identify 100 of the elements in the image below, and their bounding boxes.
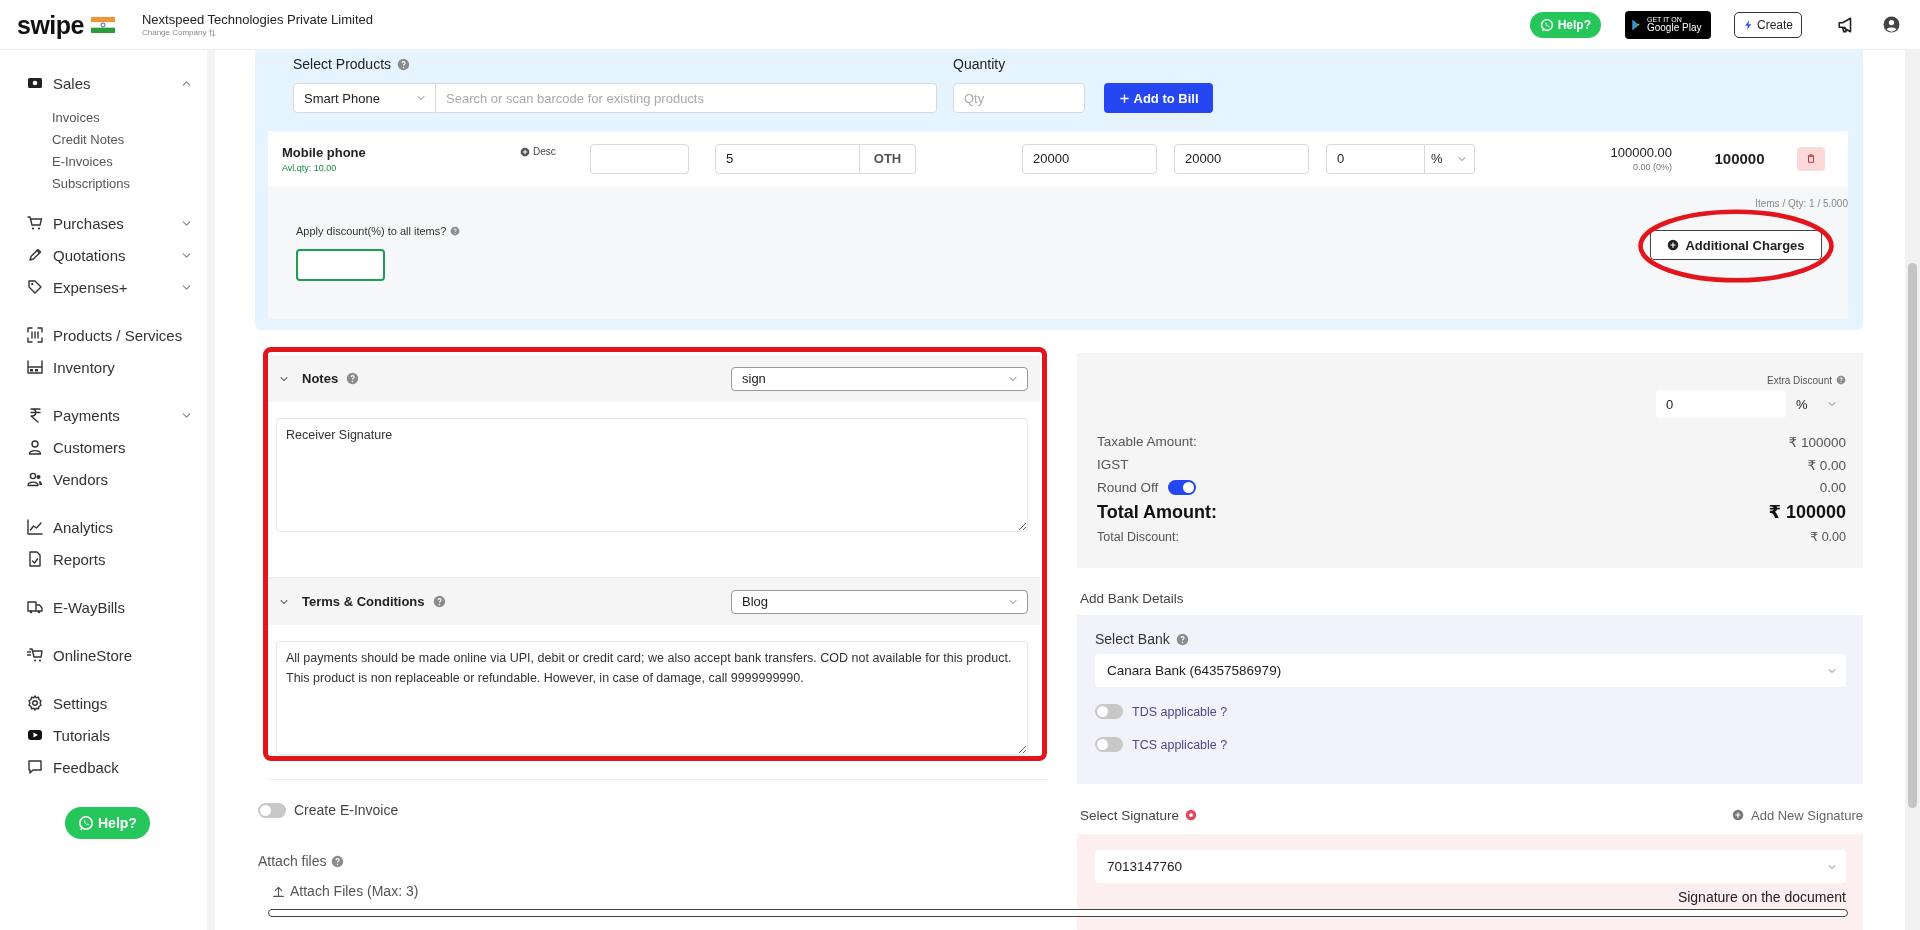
sidebar-subitem[interactable]: E-Invoices: [52, 151, 207, 173]
template-select[interactable]: Blog: [731, 589, 1028, 614]
section-title: Select Signature: [1080, 807, 1180, 823]
report-icon: [27, 551, 43, 567]
sidebar-item[interactable]: E-WayBills: [27, 591, 207, 623]
field-label: Extra Discount: [1766, 374, 1832, 386]
line-chart-icon: [27, 519, 43, 535]
lightning-icon: [1742, 18, 1754, 31]
discount-type-select[interactable]: %: [1425, 143, 1475, 174]
change-company-link[interactable]: Change Company: [142, 27, 207, 38]
attach-files-button[interactable]: Attach Files (Max: 3): [272, 882, 419, 900]
summary-value: ₹ 100000: [1788, 433, 1846, 450]
sidebar-item[interactable]: Feedback: [27, 751, 207, 783]
plus-circle-icon: [1667, 239, 1680, 251]
add-signature-link[interactable]: Add New Signature: [1732, 807, 1863, 823]
plus-circle-icon: [520, 146, 530, 157]
bank-select[interactable]: Canara Bank (64357586979): [1095, 654, 1846, 687]
chat-bubble-icon: [27, 759, 43, 775]
field-label: Attach files: [258, 853, 327, 869]
unit-price-input[interactable]: 20000: [1022, 143, 1157, 174]
notes-textarea[interactable]: Receiver Signature: [276, 418, 1028, 532]
section-title: Notes: [302, 371, 339, 386]
discount-percent-input[interactable]: [296, 249, 385, 281]
description-button[interactable]: Desc: [520, 146, 590, 157]
sidebar-item[interactable]: OnlineStore: [27, 639, 207, 671]
help-icon: [331, 854, 345, 868]
price-with-tax-input[interactable]: 20000: [1174, 143, 1309, 174]
section-title: Terms & Conditions: [302, 594, 425, 609]
discount-input[interactable]: 0: [1326, 143, 1425, 174]
field-label: Select Bank: [1095, 631, 1170, 647]
category-select[interactable]: Smart Phone: [293, 83, 436, 113]
flag-icon: [91, 16, 115, 33]
sidebar-item[interactable]: Analytics: [27, 511, 207, 543]
items-summary: Items / Qty: 1 / 5.000: [1755, 198, 1848, 210]
settings-icon: [27, 695, 43, 711]
signature-caption: Signature on the document: [1676, 889, 1846, 905]
stock-label: Avl.qty: 10.00: [282, 162, 338, 173]
discount-type-select[interactable]: %: [1786, 390, 1846, 418]
description-input[interactable]: [590, 143, 689, 174]
toggle-switch[interactable]: [1168, 480, 1197, 495]
toggle-switch[interactable]: [258, 802, 286, 818]
users-icon: [27, 471, 43, 487]
extra-discount-input[interactable]: 0: [1656, 390, 1786, 418]
toggle-label: TDS applicable ?: [1132, 704, 1228, 719]
create-button[interactable]: Create: [1733, 11, 1802, 38]
quantity-input[interactable]: Qty: [953, 83, 1085, 113]
barcode-scan-icon: [27, 327, 43, 343]
sidebar-item[interactable]: Purchases: [27, 207, 207, 239]
whatsapp-icon: [78, 815, 94, 831]
summary-label: Total Discount:: [1097, 529, 1179, 544]
sidebar-item[interactable]: Products / Services: [27, 319, 207, 351]
user-icon: [27, 439, 43, 455]
summary-value: ₹ 100000: [1768, 501, 1846, 523]
additional-charges-button[interactable]: Additional Charges: [1650, 230, 1822, 260]
line-total: 100000: [1713, 150, 1766, 167]
sidebar-item[interactable]: Reports: [27, 543, 207, 575]
company-name: Nextspeed Technologies Private Limited: [142, 11, 373, 28]
file-drop-area[interactable]: [268, 909, 1848, 917]
sidebar-subitem[interactable]: Invoices: [52, 107, 207, 129]
sidebar-item[interactable]: Inventory: [27, 351, 207, 383]
sidebar-subitem[interactable]: Subscriptions: [52, 173, 207, 195]
add-to-bill-button[interactable]: Add to Bill: [1104, 83, 1213, 113]
sidebar-item[interactable]: Expenses+: [27, 271, 207, 303]
terms-textarea[interactable]: All payments should be made online via UPI, debit or credit card; we also accept bank transfers. COD not available for this product. This product is non replaceable or refundable. However, in case of damage, call 9999999990.: [276, 641, 1028, 755]
sidebar-subitem[interactable]: Credit Notes: [52, 129, 207, 151]
plus-circle-icon: [1732, 809, 1744, 821]
required-icon: [1185, 809, 1198, 821]
logo-text: swipe: [17, 9, 84, 40]
template-select[interactable]: sign: [731, 366, 1028, 391]
scrollbar-thumb[interactable]: [1908, 263, 1917, 808]
summary-value: ₹ 0.00: [1810, 529, 1846, 544]
cart-icon: [27, 215, 43, 231]
truck-icon: [27, 599, 43, 615]
sidebar-item[interactable]: Tutorials: [27, 719, 207, 751]
upload-icon: [272, 884, 285, 898]
user-avatar-icon[interactable]: [1883, 16, 1900, 33]
sidebar-item[interactable]: Quotations: [27, 239, 207, 271]
product-search-field[interactable]: Search or scan barcode for existing products: [436, 83, 937, 113]
help-icon: [432, 595, 446, 608]
toggle-switch[interactable]: [1095, 704, 1123, 719]
help-icon: [1836, 375, 1846, 385]
toggle-label: Create E-Invoice: [294, 802, 399, 818]
summary-label: Taxable Amount:: [1097, 434, 1197, 449]
quantity-input[interactable]: 5: [715, 143, 860, 174]
delete-button[interactable]: [1797, 146, 1825, 171]
cash-icon: [27, 75, 43, 91]
store-cart-icon: [27, 647, 43, 663]
sidebar-item[interactable]: Sales: [27, 67, 207, 99]
field-label: Quantity: [953, 55, 1006, 74]
inventory-icon: [27, 359, 43, 375]
signature-select[interactable]: 7013147760: [1095, 850, 1846, 883]
sidebar-item[interactable]: Payments: [27, 399, 207, 431]
pencil-icon: [27, 247, 43, 263]
rupee-icon: [27, 407, 43, 423]
scrollbar[interactable]: [1905, 50, 1920, 930]
sidebar-item[interactable]: Vendors: [27, 463, 207, 495]
sidebar-item[interactable]: Settings: [27, 687, 207, 719]
toggle-switch[interactable]: [1095, 737, 1123, 752]
tag-icon: [27, 279, 43, 295]
sidebar-item[interactable]: Customers: [27, 431, 207, 463]
